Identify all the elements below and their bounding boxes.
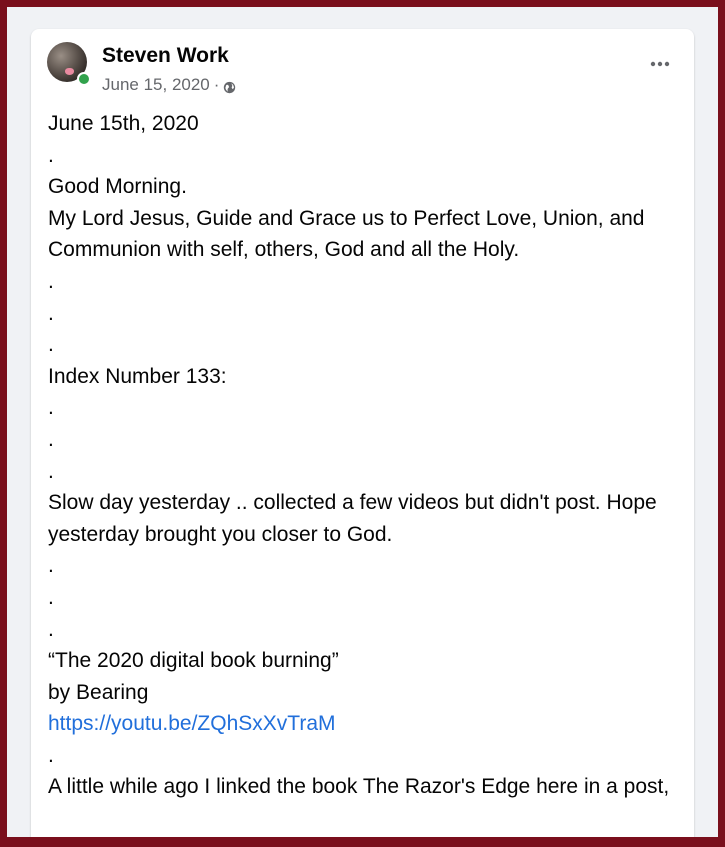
post-line: . xyxy=(48,459,54,483)
post-date[interactable]: June 15, 2020 xyxy=(102,75,210,95)
avatar[interactable] xyxy=(47,42,91,86)
meta-separator: · xyxy=(213,75,220,94)
post-line: June 15th, 2020 xyxy=(48,112,199,135)
post-line: Slow day yesterday .. collected a few vi… xyxy=(48,491,657,546)
post-card: Steven Work June 15, 2020 · June 15th, 2… xyxy=(31,29,694,837)
more-options-button[interactable] xyxy=(642,46,678,82)
post-line: Index Number 133: xyxy=(48,364,227,388)
post-line: . xyxy=(48,585,54,609)
more-options-icon xyxy=(650,61,670,67)
post-line: . xyxy=(48,143,54,167)
post-line: . xyxy=(48,269,54,293)
author-name[interactable]: Steven Work xyxy=(102,44,229,68)
post-line: by Bearing xyxy=(48,680,149,704)
post-line: My Lord Jesus, Guide and Grace us to Per… xyxy=(48,206,645,262)
page-background: Steven Work June 15, 2020 · June 15th, 2… xyxy=(7,7,718,837)
post-line: . xyxy=(48,743,54,767)
online-status-icon xyxy=(77,72,91,86)
link-line: https://youtu.be/ZQhSxXvTraM xyxy=(48,708,678,740)
post-line: . xyxy=(48,301,54,325)
post-body: June 15th, 2020 . Good Morning. My Lord … xyxy=(48,108,678,803)
globe-icon[interactable] xyxy=(223,79,236,93)
post-line: “The 2020 digital book burning” xyxy=(48,649,339,673)
post-line: . xyxy=(48,617,54,641)
post-line: . xyxy=(48,554,54,578)
post-header: Steven Work June 15, 2020 · xyxy=(47,42,678,94)
post-meta: June 15, 2020 · xyxy=(102,75,236,95)
avatar-photo-detail xyxy=(65,68,74,75)
post-line: . xyxy=(48,427,54,451)
post-line: A little while ago I linked the book The… xyxy=(48,775,670,799)
post-line: Good Morning. xyxy=(48,175,187,199)
post-line: . xyxy=(48,396,54,420)
post-line: . xyxy=(48,333,54,357)
video-link[interactable]: https://youtu.be/ZQhSxXvTraM xyxy=(48,712,336,735)
